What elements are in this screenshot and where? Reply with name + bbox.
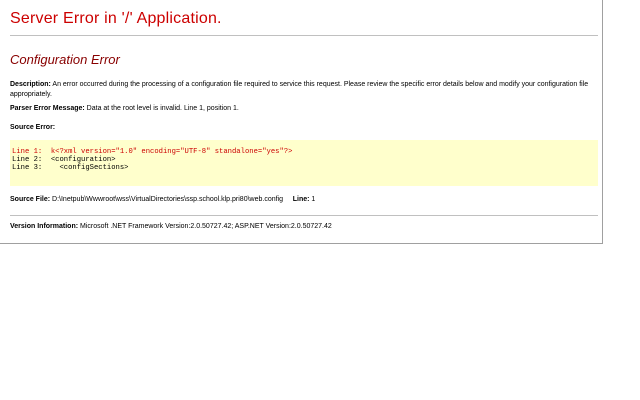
- description-label: Description:: [10, 81, 51, 88]
- code-line-3: Line 3: <configSections>: [12, 164, 129, 173]
- version-info-label: Version Information:: [10, 223, 79, 230]
- code-line-1: Line 1: k<?xml version="1.0" encoding="U…: [12, 148, 293, 156]
- description-section: Description: An error occurred during th…: [10, 80, 600, 99]
- source-line-label: Line:: [292, 196, 310, 203]
- version-info-text: Microsoft .NET Framework Version:2.0.507…: [80, 223, 332, 230]
- page-subtitle: Configuration Error: [10, 52, 120, 67]
- version-info-section: Version Information: Microsoft .NET Fram…: [10, 222, 600, 232]
- source-file-path: D:\Inetpub\Wwwroot\wss\VirtualDirectorie…: [52, 196, 283, 203]
- parser-error-label: Parser Error Message:: [10, 105, 85, 112]
- source-error-heading: Source Error:: [10, 124, 56, 131]
- code-listing: Line 1: k<?xml version="1.0" encoding="U…: [12, 148, 598, 173]
- parser-error-section: Parser Error Message: Data at the root l…: [10, 104, 600, 114]
- error-page-frame: Server Error in '/' Application. Configu…: [0, 0, 603, 244]
- source-error-code-block: Line 1: k<?xml version="1.0" encoding="U…: [10, 140, 598, 186]
- version-divider: [10, 215, 598, 216]
- code-line-2: Line 2: <configuration>: [12, 156, 116, 165]
- source-file-label: Source File:: [10, 196, 51, 203]
- source-file-section: Source File: D:\Inetpub\Wwwroot\wss\Virt…: [10, 195, 600, 205]
- parser-error-text: Data at the root level is invalid. Line …: [86, 105, 239, 112]
- page-title: Server Error in '/' Application.: [10, 10, 222, 27]
- title-divider: [10, 35, 598, 36]
- description-text: An error occurred during the processing …: [10, 81, 589, 98]
- source-line-value: 1: [311, 196, 316, 203]
